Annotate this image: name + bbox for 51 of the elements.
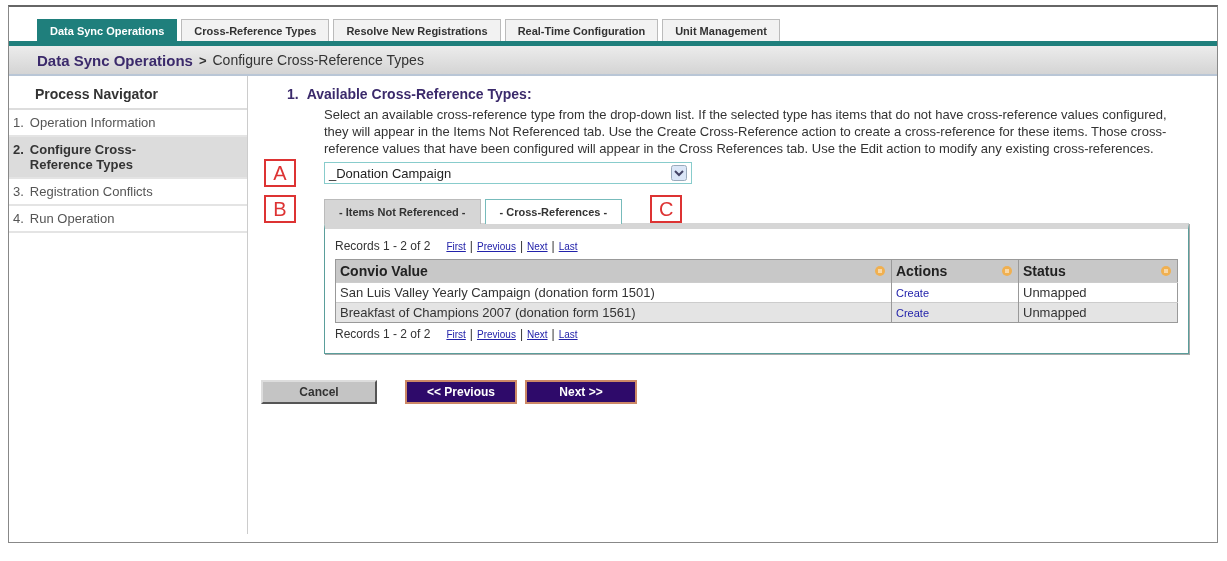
breadcrumb-current: Configure Cross-Reference Types bbox=[212, 52, 424, 68]
create-link[interactable]: Create bbox=[896, 287, 930, 299]
section-number: 1. bbox=[287, 86, 299, 102]
callout-marker: C bbox=[650, 195, 683, 223]
callout-marker: B bbox=[264, 195, 296, 223]
breadcrumb-link[interactable]: Data Sync Operations bbox=[37, 51, 193, 69]
breadcrumb-separator: > bbox=[198, 52, 207, 68]
table-cell: Unmapped bbox=[1018, 302, 1178, 323]
link-separator: | bbox=[519, 327, 523, 341]
pager-link[interactable]: Previous bbox=[476, 241, 516, 252]
nav-button[interactable]: Next >> bbox=[525, 380, 637, 404]
column-header[interactable]: Actions bbox=[891, 259, 1019, 283]
pager-link[interactable]: First bbox=[446, 329, 466, 340]
link-separator: | bbox=[551, 327, 555, 341]
step-item[interactable]: 3. Registration Conflicts bbox=[9, 179, 247, 206]
panel-tab[interactable]: - Cross-References - bbox=[484, 199, 623, 224]
pager-link[interactable]: First bbox=[446, 241, 466, 252]
create-link[interactable]: Create bbox=[896, 307, 930, 319]
pager-link[interactable]: Last bbox=[558, 329, 578, 340]
sort-icon[interactable] bbox=[875, 266, 885, 276]
sort-icon[interactable] bbox=[1161, 266, 1171, 276]
pager-link[interactable]: Next bbox=[527, 329, 548, 340]
step-item[interactable]: 2. Configure Cross-Reference Types bbox=[9, 137, 247, 179]
link-separator: | bbox=[551, 239, 555, 253]
section-heading: Available Cross-Reference Types: bbox=[306, 86, 532, 102]
records-count: Records 1 - 2 of 2 bbox=[335, 327, 431, 341]
nav-button[interactable]: << Previous bbox=[405, 380, 517, 404]
nav-tab[interactable]: Cross-Reference Types bbox=[181, 19, 330, 41]
nav-tab[interactable]: Unit Management bbox=[662, 19, 780, 41]
step-item[interactable]: 4. Run Operation bbox=[9, 206, 247, 233]
pager-link[interactable]: Last bbox=[558, 241, 578, 252]
link-separator: | bbox=[519, 239, 523, 253]
callout-marker: A bbox=[264, 159, 296, 187]
column-header[interactable]: Status bbox=[1018, 259, 1178, 283]
navigator-title: Process Navigator bbox=[9, 76, 247, 110]
type-dropdown[interactable]: _Donation Campaign bbox=[324, 162, 692, 184]
nav-tab[interactable]: Data Sync Operations bbox=[37, 19, 178, 41]
link-separator: | bbox=[469, 239, 473, 253]
pager-link[interactable]: Previous bbox=[476, 329, 516, 340]
pager-link[interactable]: Next bbox=[527, 241, 548, 252]
panel-tab[interactable]: - Items Not Referenced - bbox=[324, 199, 481, 224]
cancel-button[interactable]: Cancel bbox=[261, 380, 377, 404]
nav-tab[interactable]: Resolve New Registrations bbox=[333, 19, 501, 41]
sort-icon[interactable] bbox=[1002, 266, 1012, 276]
chevron-down-icon bbox=[671, 165, 687, 181]
instructions-text: Select an available cross-reference type from the drop-down list. If the selected type has items that do not have cross-reference values configured, they will appear in the Items Not Referenced tab. Use the Create Cross-Reference action to create a cross-reference for these items. Those cross-reference values that have been configured will appear in the Cross References tab. Use the Edit action to modify any existing cross-references. bbox=[324, 106, 1168, 157]
nav-tab[interactable]: Real-Time Configuration bbox=[504, 19, 659, 41]
records-count: Records 1 - 2 of 2 bbox=[335, 239, 431, 253]
column-header[interactable]: Convio Value bbox=[335, 259, 892, 283]
table-cell: Breakfast of Champions 2007 (donation form 1561) bbox=[335, 302, 892, 323]
link-separator: | bbox=[469, 327, 473, 341]
